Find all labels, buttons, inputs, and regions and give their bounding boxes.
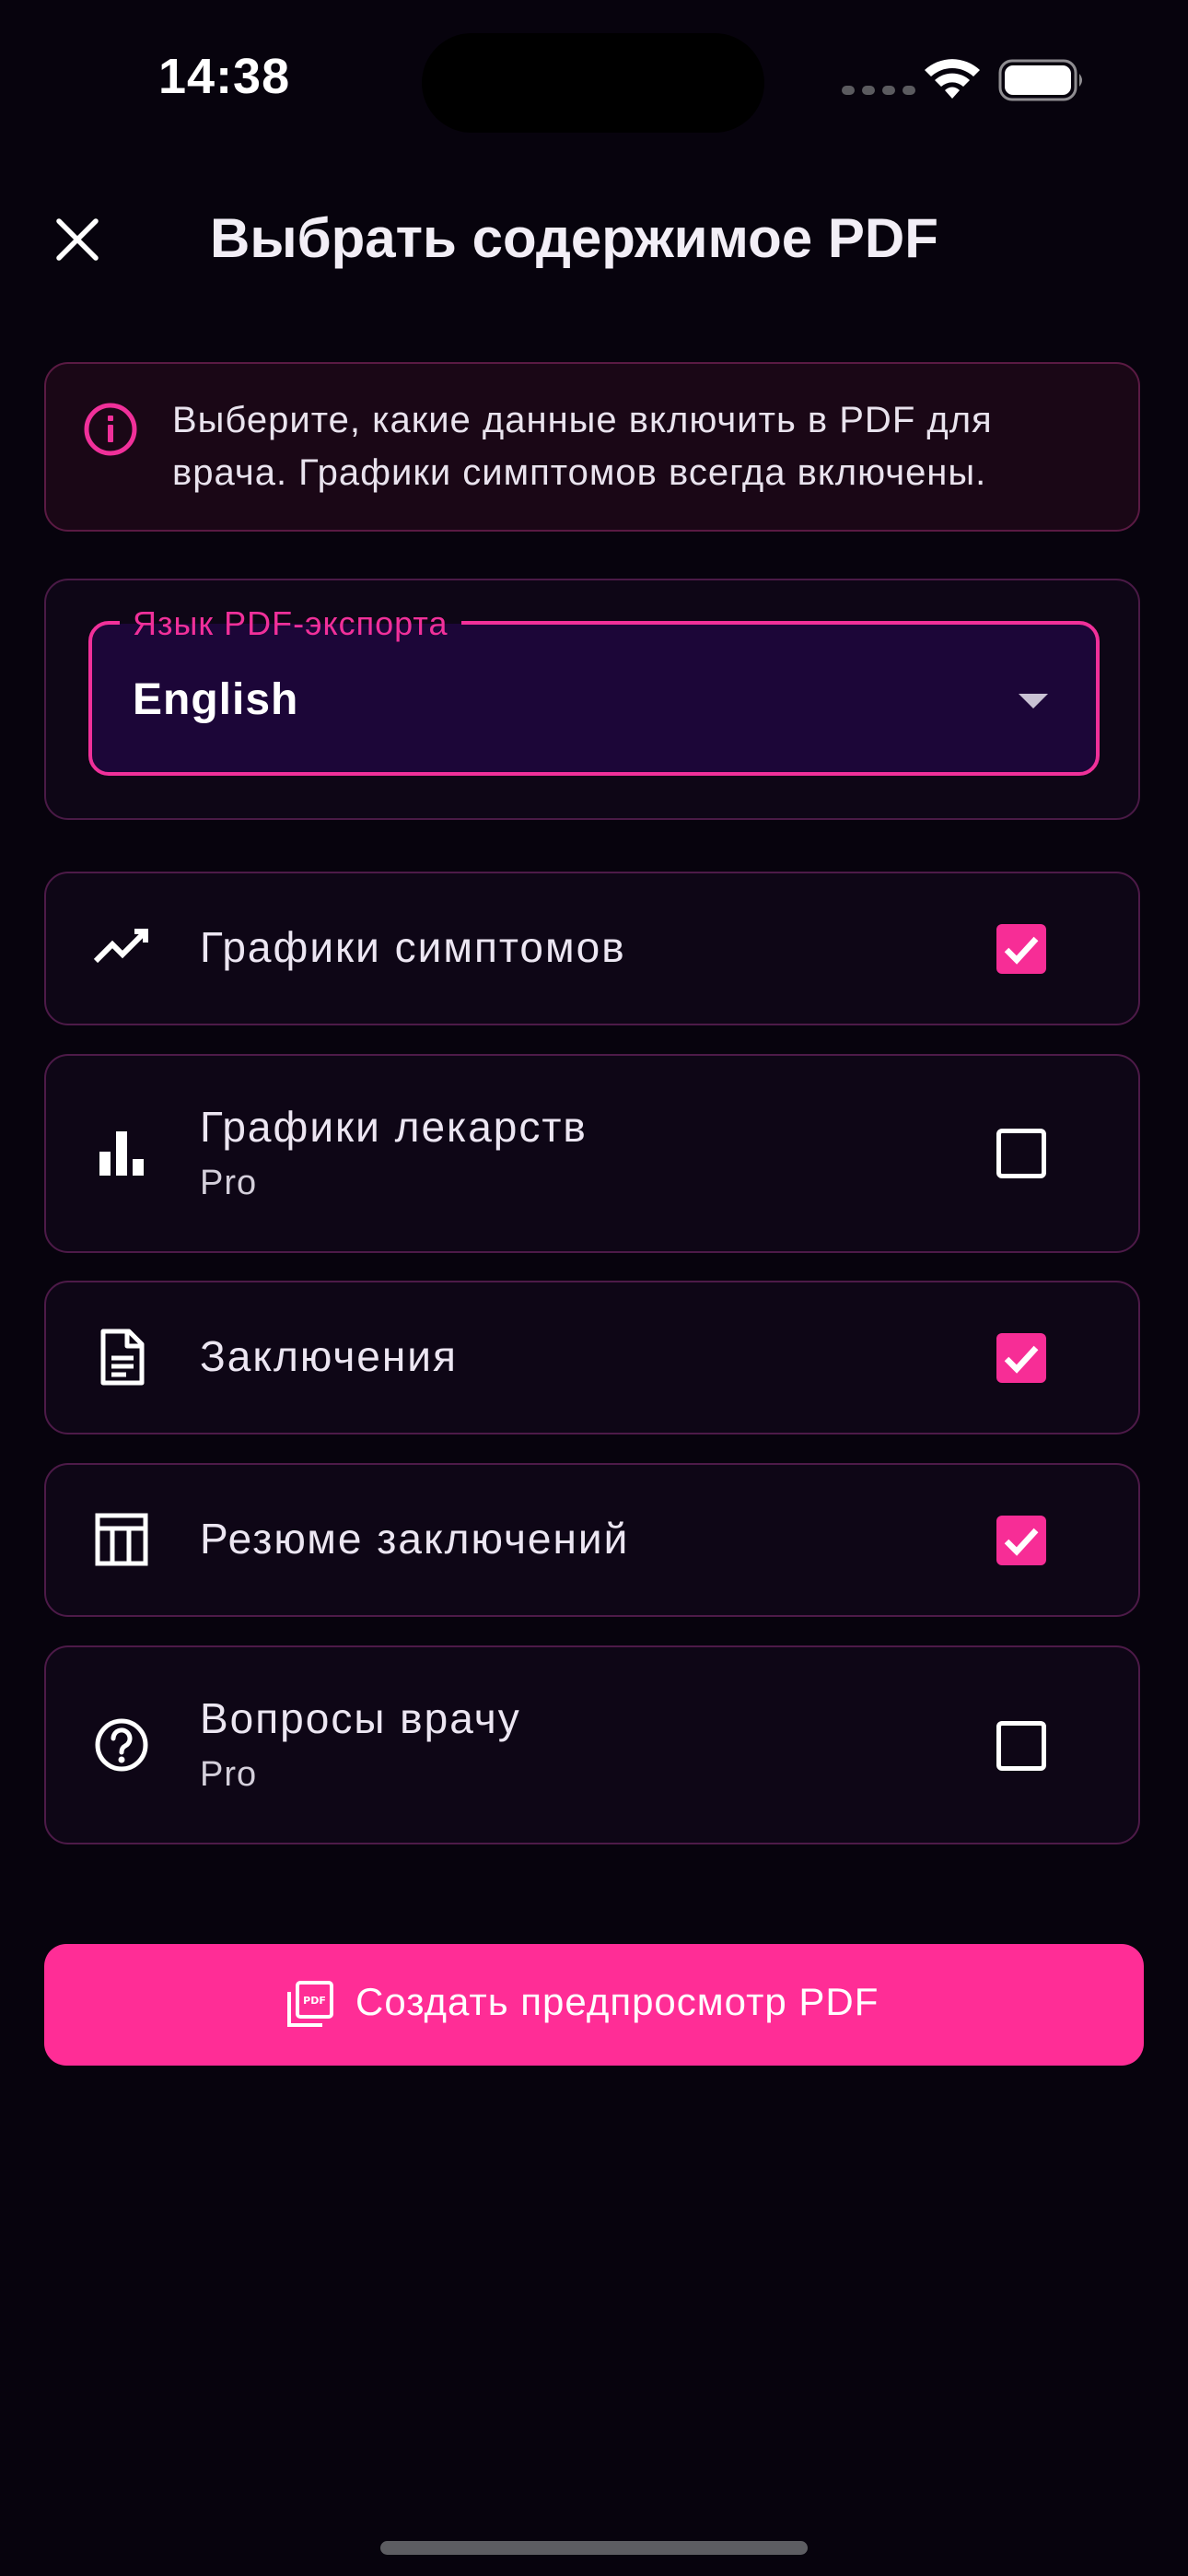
cellular-signal-icon	[842, 86, 915, 95]
trending-line-icon	[93, 929, 148, 964]
info-text: Выберите, какие данные включить в PDF дл…	[172, 400, 993, 493]
option-checkbox-conclusions[interactable]	[996, 1333, 1046, 1383]
bar-chart-icon	[99, 1131, 144, 1176]
language-select-label: Язык PDF-экспорта	[120, 604, 461, 643]
option-checkbox-doctor-questions[interactable]	[996, 1721, 1046, 1771]
close-icon	[56, 218, 99, 261]
battery-icon	[998, 59, 1082, 101]
option-label: Графики симптомов	[200, 923, 626, 971]
svg-text:PDF: PDF	[303, 1995, 326, 2007]
dropdown-arrow-icon[interactable]	[1017, 691, 1050, 711]
info-icon	[84, 403, 137, 456]
table-layout-icon	[95, 1513, 148, 1566]
help-circle-icon	[95, 1718, 148, 1772]
page-title: Выбрать содержимое PDF	[210, 207, 938, 269]
dynamic-island	[422, 33, 764, 133]
pdf-file-icon: PDF	[287, 1981, 333, 2027]
option-label: Заключения	[200, 1332, 458, 1380]
option-doctor-questions[interactable]	[44, 1645, 1140, 1844]
wifi-icon	[925, 59, 980, 99]
checkmark-icon	[1004, 936, 1039, 965]
home-indicator[interactable]	[380, 2541, 808, 2555]
status-time: 14:38	[158, 49, 291, 104]
option-checkbox-medication-charts[interactable]	[996, 1129, 1046, 1178]
pro-badge: Pro	[200, 1164, 258, 1202]
checkmark-icon	[1004, 1345, 1039, 1374]
checkmark-icon	[1004, 1528, 1039, 1556]
document-icon	[100, 1329, 145, 1386]
option-label: Вопросы врачу	[200, 1694, 521, 1742]
option-checkbox-symptom-charts[interactable]	[996, 924, 1046, 974]
option-checkbox-conclusions-summary[interactable]	[996, 1516, 1046, 1565]
close-button[interactable]	[48, 210, 107, 269]
option-label: Графики лекарств	[200, 1103, 588, 1151]
language-select-value: English	[133, 675, 299, 724]
option-medication-charts[interactable]	[44, 1054, 1140, 1253]
pro-badge: Pro	[200, 1755, 258, 1794]
option-label: Резюме заключений	[200, 1515, 630, 1563]
create-pdf-preview-label: Создать предпросмотр PDF	[355, 1980, 879, 2023]
